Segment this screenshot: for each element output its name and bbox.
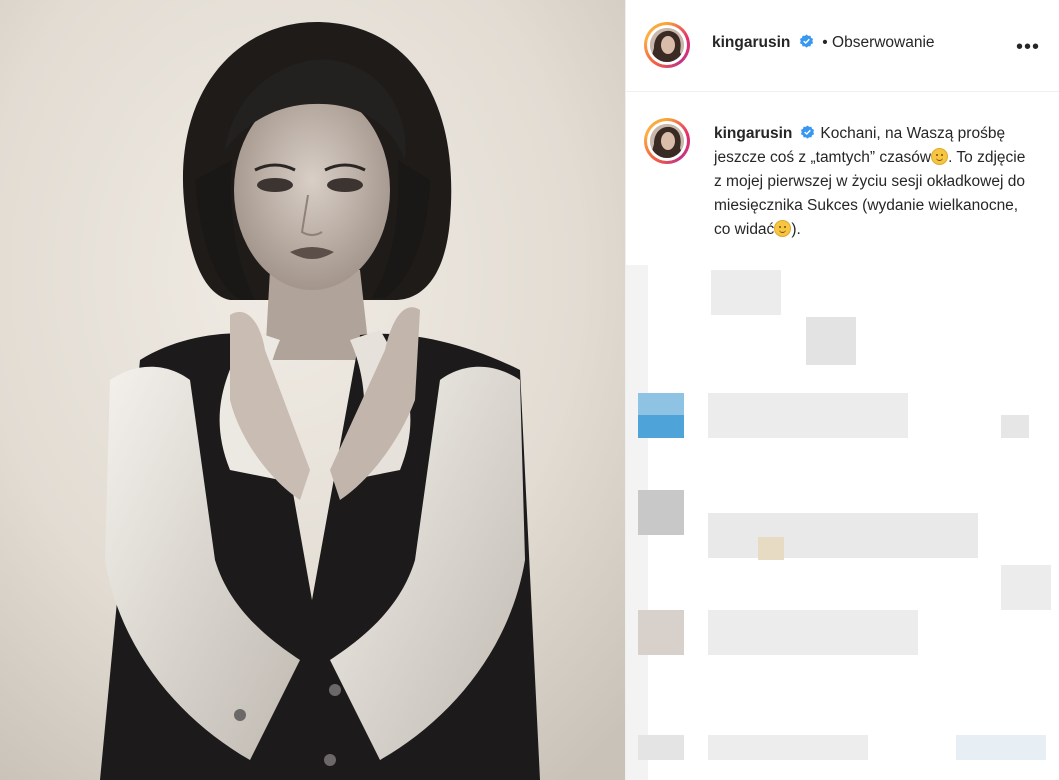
post-photo[interactable] xyxy=(0,0,625,780)
avatar-image xyxy=(650,28,684,62)
avatar-frame xyxy=(647,25,687,65)
blurred-comments xyxy=(626,265,1059,780)
follow-status[interactable]: • Obserwowanie xyxy=(822,34,934,51)
smiling-emoji-icon xyxy=(931,148,949,165)
winking-emoji-icon xyxy=(774,220,792,237)
post-header: kingarusin • Obserwowanie ••• xyxy=(626,0,1059,92)
portrait-image xyxy=(0,0,625,780)
header-username[interactable]: kingarusin xyxy=(712,34,790,51)
verified-badge-icon xyxy=(799,34,813,48)
follow-label: Obserwowanie xyxy=(832,34,935,51)
caption-avatar[interactable] xyxy=(644,118,690,164)
caption-username[interactable]: kingarusin xyxy=(714,125,792,142)
post-side-panel: kingarusin • Obserwowanie ••• kingarusin… xyxy=(625,0,1059,780)
header-meta: kingarusin • Obserwowanie xyxy=(712,34,935,52)
caption-avatar-frame xyxy=(647,121,687,161)
more-options-icon[interactable]: ••• xyxy=(1016,36,1040,59)
avatar[interactable] xyxy=(644,22,690,68)
caption-avatar-image xyxy=(650,124,684,158)
post-caption: kingarusin Kochani, na Waszą prośbę jeszc… xyxy=(714,122,1034,242)
verified-badge-icon xyxy=(801,125,815,139)
caption-text-3: ). xyxy=(791,221,801,238)
